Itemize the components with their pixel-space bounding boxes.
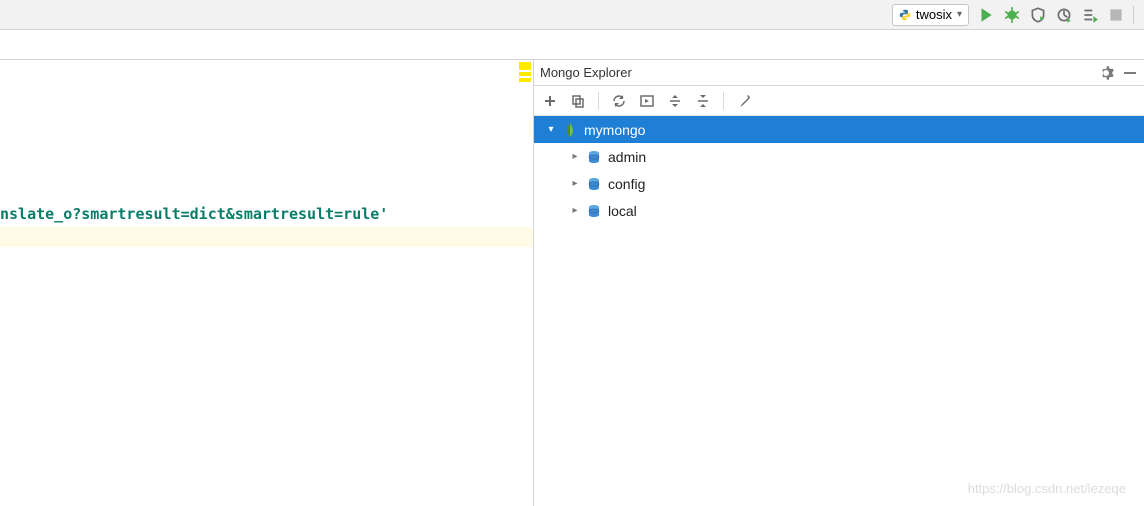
tree-node-label: config: [606, 176, 645, 192]
python-icon: [899, 9, 911, 21]
mongo-explorer-panel: Mongo Explorer: [534, 60, 1144, 506]
database-icon: [586, 203, 602, 219]
chevron-right-icon: ▸: [568, 178, 582, 189]
debug-button[interactable]: [1003, 6, 1021, 24]
tree-node-label: admin: [606, 149, 646, 165]
collapse-all-icon[interactable]: [695, 93, 711, 109]
chevron-right-icon: ▸: [568, 205, 582, 216]
refresh-icon[interactable]: [611, 93, 627, 109]
run-coverage-button[interactable]: [1029, 6, 1047, 24]
panel-title: Mongo Explorer: [540, 65, 632, 80]
chevron-down-icon: ▾: [544, 124, 558, 135]
database-icon: [586, 176, 602, 192]
stop-button[interactable]: [1107, 6, 1125, 24]
connection-tree[interactable]: ▾ mymongo ▸ admin ▸: [534, 116, 1144, 506]
profile-button[interactable]: [1055, 6, 1073, 24]
panel-header: Mongo Explorer: [534, 60, 1144, 86]
tree-database-node[interactable]: ▸ local: [534, 197, 1144, 224]
settings-icon[interactable]: [736, 93, 752, 109]
editor-highlight: [0, 227, 533, 247]
add-icon[interactable]: [542, 93, 558, 109]
chevron-down-icon: ▾: [957, 9, 962, 20]
editor-markers: [517, 60, 533, 84]
panel-toolbar: [534, 86, 1144, 116]
editor-code-line: nslate_o?smartresult=dict&smartresult=ru…: [0, 205, 388, 223]
tree-database-node[interactable]: ▸ config: [534, 170, 1144, 197]
run-config-label: twosix: [916, 7, 952, 22]
view-collection-icon[interactable]: [639, 93, 655, 109]
gear-icon[interactable]: [1098, 65, 1114, 81]
tree-node-label: local: [606, 203, 637, 219]
database-icon: [586, 149, 602, 165]
editor-pane[interactable]: nslate_o?smartresult=dict&smartresult=ru…: [0, 60, 534, 506]
toolbar-separator: [723, 92, 724, 110]
main-toolbar: twosix ▾: [0, 0, 1144, 30]
run-button[interactable]: [977, 6, 995, 24]
toolbar-separator: [1133, 6, 1134, 24]
duplicate-icon[interactable]: [570, 93, 586, 109]
expand-all-icon[interactable]: [667, 93, 683, 109]
mongo-connection-icon: [562, 122, 578, 138]
concurrent-button[interactable]: [1081, 6, 1099, 24]
tree-connection-node[interactable]: ▾ mymongo: [534, 116, 1144, 143]
hide-panel-icon[interactable]: [1122, 65, 1138, 81]
tree-node-label: mymongo: [582, 122, 645, 138]
toolbar-separator: [598, 92, 599, 110]
run-config-selector[interactable]: twosix ▾: [892, 4, 969, 26]
navigation-bar: [0, 30, 1144, 60]
chevron-right-icon: ▸: [568, 151, 582, 162]
tree-database-node[interactable]: ▸ admin: [534, 143, 1144, 170]
